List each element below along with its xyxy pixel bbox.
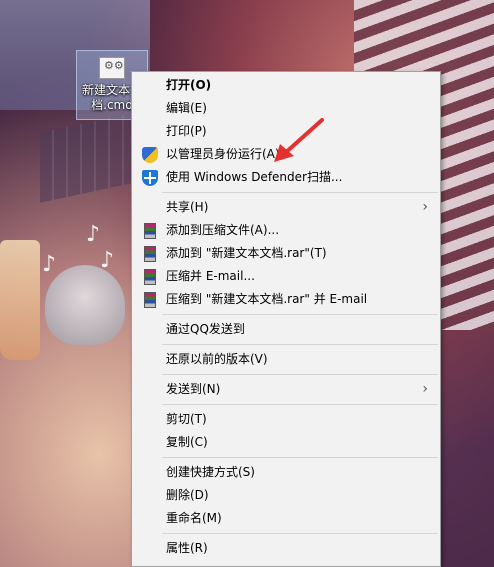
menu-item-send-via-qq[interactable]: 通过QQ发送到 [132, 318, 440, 341]
menu-item-add-to-archive[interactable]: 添加到压缩文件(A)... [132, 219, 440, 242]
winrar-icon [144, 292, 156, 308]
menu-item-label: 复制(C) [166, 435, 208, 449]
menu-item-defender-scan[interactable]: 使用 Windows Defender扫描... [132, 166, 440, 189]
menu-item-compress-to-rar-email[interactable]: 压缩到 "新建文本文档.rar" 并 E-mail [132, 288, 440, 311]
cmd-file-icon: ⚙⚙ [99, 57, 125, 79]
menu-item-label: 压缩并 E-mail... [166, 269, 255, 283]
menu-item-label: 还原以前的版本(V) [166, 352, 268, 366]
menu-separator [162, 192, 438, 193]
menu-item-label: 以管理员身份运行(A) [166, 147, 280, 161]
menu-separator [162, 533, 438, 534]
uac-shield-icon [142, 147, 158, 163]
chevron-right-icon: › [422, 381, 428, 397]
annotation-arrow-icon [274, 118, 324, 162]
menu-item-send-to[interactable]: 发送到(N) › [132, 378, 440, 401]
menu-item-label: 属性(R) [166, 541, 208, 555]
menu-item-label: 使用 Windows Defender扫描... [166, 170, 343, 184]
menu-item-compress-email[interactable]: 压缩并 E-mail... [132, 265, 440, 288]
menu-item-label: 添加到压缩文件(A)... [166, 223, 280, 237]
menu-item-label: 创建快捷方式(S) [166, 465, 255, 479]
menu-separator [162, 404, 438, 405]
chevron-right-icon: › [422, 199, 428, 215]
menu-item-label: 重命名(M) [166, 511, 222, 525]
winrar-icon [144, 269, 156, 285]
wallpaper-device [45, 265, 125, 345]
menu-item-restore-versions[interactable]: 还原以前的版本(V) [132, 348, 440, 371]
menu-item-label: 删除(D) [166, 488, 209, 502]
winrar-icon [144, 223, 156, 239]
winrar-icon [144, 246, 156, 262]
menu-item-label: 添加到 "新建文本文档.rar"(T) [166, 246, 327, 260]
menu-item-create-shortcut[interactable]: 创建快捷方式(S) [132, 461, 440, 484]
menu-item-label: 通过QQ发送到 [166, 322, 245, 336]
menu-item-add-to-rar[interactable]: 添加到 "新建文本文档.rar"(T) [132, 242, 440, 265]
menu-item-label: 打印(P) [166, 124, 207, 138]
menu-item-label: 发送到(N) [166, 382, 221, 396]
menu-separator [162, 344, 438, 345]
menu-item-label: 共享(H) [166, 200, 209, 214]
menu-item-share[interactable]: 共享(H) › [132, 196, 440, 219]
music-note-icon: ♪ [100, 248, 115, 273]
music-note-icon: ♪ [42, 252, 57, 277]
menu-item-open[interactable]: 打开(O) [132, 74, 440, 97]
menu-item-copy[interactable]: 复制(C) [132, 431, 440, 454]
music-note-icon: ♪ [86, 222, 101, 247]
menu-separator [162, 457, 438, 458]
menu-item-properties[interactable]: 属性(R) [132, 537, 440, 560]
wallpaper-cup [0, 240, 40, 360]
menu-item-rename[interactable]: 重命名(M) [132, 507, 440, 530]
menu-separator [162, 374, 438, 375]
menu-item-delete[interactable]: 删除(D) [132, 484, 440, 507]
menu-item-label: 压缩到 "新建文本文档.rar" 并 E-mail [166, 292, 368, 306]
menu-item-label: 编辑(E) [166, 101, 207, 115]
menu-item-label: 剪切(T) [166, 412, 207, 426]
menu-item-label: 打开(O) [166, 78, 212, 92]
menu-item-cut[interactable]: 剪切(T) [132, 408, 440, 431]
defender-icon [142, 170, 158, 186]
menu-separator [162, 314, 438, 315]
